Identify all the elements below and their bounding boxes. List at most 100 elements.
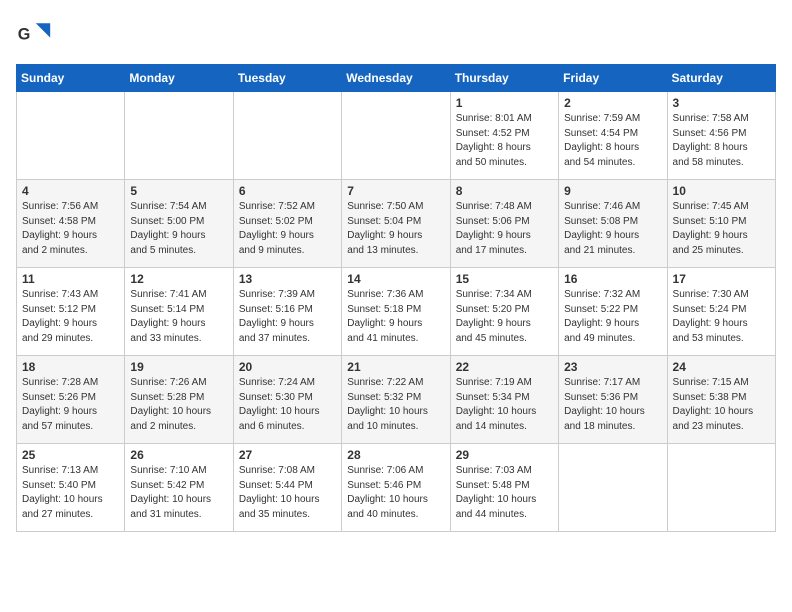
calendar-cell: 9 Sunrise: 7:46 AM Sunset: 5:08 PM Daylig… xyxy=(559,180,667,268)
calendar-cell: 25Sunrise: 7:13 AM Sunset: 5:40 PM Dayli… xyxy=(17,444,125,532)
day-number: 8 xyxy=(456,184,553,198)
calendar-cell: 23Sunrise: 7:17 AM Sunset: 5:36 PM Dayli… xyxy=(559,356,667,444)
day-number: 22 xyxy=(456,360,553,374)
day-info: Sunrise: 7:06 AM Sunset: 5:46 PM Dayligh… xyxy=(347,464,444,522)
day-number: 2 xyxy=(564,96,661,110)
day-info: Sunrise: 7:30 AM Sunset: 5:24 PM Dayligh… xyxy=(673,288,770,346)
calendar-cell: 5Sunrise: 7:54 AM Sunset: 5:00 PM Daylig… xyxy=(125,180,233,268)
day-number: 16 xyxy=(564,272,661,286)
day-number: 26 xyxy=(130,448,227,462)
calendar-cell: 3Sunrise: 7:58 AM Sunset: 4:56 PM Daylig… xyxy=(667,92,775,180)
day-number: 18 xyxy=(22,360,119,374)
weekday-monday: Monday xyxy=(125,65,233,92)
calendar-cell xyxy=(125,92,233,180)
week-row-1: 1Sunrise: 8:01 AM Sunset: 4:52 PM Daylig… xyxy=(17,92,776,180)
calendar-cell: 29 Sunrise: 7:03 AM Sunset: 5:48 PM Dayli… xyxy=(450,444,558,532)
day-info: Sunrise: 7:48 AM Sunset: 5:06 PM Dayligh… xyxy=(456,200,553,258)
day-info: Sunrise: 7:03 AM Sunset: 5:48 PM Dayligh… xyxy=(456,464,553,522)
day-number: 12 xyxy=(130,272,227,286)
calendar-cell: 21 Sunrise: 7:22 AM Sunset: 5:32 PM Dayli… xyxy=(342,356,450,444)
day-number: 10 xyxy=(673,184,770,198)
calendar-cell xyxy=(667,444,775,532)
day-info: Sunrise: 7:08 AM Sunset: 5:44 PM Dayligh… xyxy=(239,464,336,522)
day-info: Sunrise: 7:41 AM Sunset: 5:14 PM Dayligh… xyxy=(130,288,227,346)
calendar-cell: 19 Sunrise: 7:26 AM Sunset: 5:28 PM Dayli… xyxy=(125,356,233,444)
calendar-cell xyxy=(17,92,125,180)
calendar-cell: 26Sunrise: 7:10 AM Sunset: 5:42 PM Dayli… xyxy=(125,444,233,532)
calendar-cell: 10 Sunrise: 7:45 AM Sunset: 5:10 PM Dayli… xyxy=(667,180,775,268)
calendar-cell xyxy=(342,92,450,180)
calendar-cell: 16 Sunrise: 7:32 AM Sunset: 5:22 PM Dayli… xyxy=(559,268,667,356)
calendar-cell: 4 Sunrise: 7:56 AM Sunset: 4:58 PM Daylig… xyxy=(17,180,125,268)
day-info: Sunrise: 7:28 AM Sunset: 5:26 PM Dayligh… xyxy=(22,376,119,434)
day-info: Sunrise: 7:54 AM Sunset: 5:00 PM Dayligh… xyxy=(130,200,227,258)
day-info: Sunrise: 7:15 AM Sunset: 5:38 PM Dayligh… xyxy=(673,376,770,434)
week-row-5: 25Sunrise: 7:13 AM Sunset: 5:40 PM Dayli… xyxy=(17,444,776,532)
day-info: Sunrise: 7:45 AM Sunset: 5:10 PM Dayligh… xyxy=(673,200,770,258)
weekday-friday: Friday xyxy=(559,65,667,92)
page-header: G xyxy=(16,16,776,52)
calendar-cell: 13 Sunrise: 7:39 AM Sunset: 5:16 PM Dayli… xyxy=(233,268,341,356)
calendar-cell: 27 Sunrise: 7:08 AM Sunset: 5:44 PM Dayli… xyxy=(233,444,341,532)
day-info: Sunrise: 7:56 AM Sunset: 4:58 PM Dayligh… xyxy=(22,200,119,258)
day-info: Sunrise: 7:26 AM Sunset: 5:28 PM Dayligh… xyxy=(130,376,227,434)
weekday-sunday: Sunday xyxy=(17,65,125,92)
day-info: Sunrise: 7:50 AM Sunset: 5:04 PM Dayligh… xyxy=(347,200,444,258)
day-number: 15 xyxy=(456,272,553,286)
day-number: 29 xyxy=(456,448,553,462)
day-number: 28 xyxy=(347,448,444,462)
day-number: 1 xyxy=(456,96,553,110)
day-number: 25 xyxy=(22,448,119,462)
calendar-cell: 2 Sunrise: 7:59 AM Sunset: 4:54 PM Daylig… xyxy=(559,92,667,180)
day-info: Sunrise: 7:22 AM Sunset: 5:32 PM Dayligh… xyxy=(347,376,444,434)
calendar-body: 1Sunrise: 8:01 AM Sunset: 4:52 PM Daylig… xyxy=(17,92,776,532)
calendar-cell: 11Sunrise: 7:43 AM Sunset: 5:12 PM Dayli… xyxy=(17,268,125,356)
calendar-table: SundayMondayTuesdayWednesdayThursdayFrid… xyxy=(16,64,776,532)
day-info: Sunrise: 7:36 AM Sunset: 5:18 PM Dayligh… xyxy=(347,288,444,346)
week-row-3: 11Sunrise: 7:43 AM Sunset: 5:12 PM Dayli… xyxy=(17,268,776,356)
day-number: 24 xyxy=(673,360,770,374)
calendar-cell: 24 Sunrise: 7:15 AM Sunset: 5:38 PM Dayli… xyxy=(667,356,775,444)
calendar-cell xyxy=(559,444,667,532)
day-number: 21 xyxy=(347,360,444,374)
svg-text:G: G xyxy=(18,25,31,43)
calendar-cell: 17Sunrise: 7:30 AM Sunset: 5:24 PM Dayli… xyxy=(667,268,775,356)
day-number: 9 xyxy=(564,184,661,198)
day-number: 4 xyxy=(22,184,119,198)
day-number: 13 xyxy=(239,272,336,286)
calendar-cell: 1Sunrise: 8:01 AM Sunset: 4:52 PM Daylig… xyxy=(450,92,558,180)
week-row-4: 18 Sunrise: 7:28 AM Sunset: 5:26 PM Dayli… xyxy=(17,356,776,444)
day-info: Sunrise: 7:58 AM Sunset: 4:56 PM Dayligh… xyxy=(673,112,770,170)
day-number: 11 xyxy=(22,272,119,286)
day-info: Sunrise: 7:17 AM Sunset: 5:36 PM Dayligh… xyxy=(564,376,661,434)
day-info: Sunrise: 7:46 AM Sunset: 5:08 PM Dayligh… xyxy=(564,200,661,258)
calendar-cell: 7 Sunrise: 7:50 AM Sunset: 5:04 PM Daylig… xyxy=(342,180,450,268)
weekday-saturday: Saturday xyxy=(667,65,775,92)
day-number: 20 xyxy=(239,360,336,374)
day-info: Sunrise: 7:32 AM Sunset: 5:22 PM Dayligh… xyxy=(564,288,661,346)
weekday-thursday: Thursday xyxy=(450,65,558,92)
day-number: 14 xyxy=(347,272,444,286)
calendar-cell: 6 Sunrise: 7:52 AM Sunset: 5:02 PM Daylig… xyxy=(233,180,341,268)
calendar-cell: 18 Sunrise: 7:28 AM Sunset: 5:26 PM Dayli… xyxy=(17,356,125,444)
day-number: 19 xyxy=(130,360,227,374)
day-number: 27 xyxy=(239,448,336,462)
calendar-cell: 28 Sunrise: 7:06 AM Sunset: 5:46 PM Dayli… xyxy=(342,444,450,532)
calendar-cell: 20 Sunrise: 7:24 AM Sunset: 5:30 PM Dayli… xyxy=(233,356,341,444)
day-info: Sunrise: 7:24 AM Sunset: 5:30 PM Dayligh… xyxy=(239,376,336,434)
logo: G xyxy=(16,16,56,52)
calendar-cell: 22 Sunrise: 7:19 AM Sunset: 5:34 PM Dayli… xyxy=(450,356,558,444)
calendar-cell: 14 Sunrise: 7:36 AM Sunset: 5:18 PM Dayli… xyxy=(342,268,450,356)
logo-icon: G xyxy=(16,16,52,52)
week-row-2: 4 Sunrise: 7:56 AM Sunset: 4:58 PM Daylig… xyxy=(17,180,776,268)
day-number: 6 xyxy=(239,184,336,198)
calendar-cell: 8 Sunrise: 7:48 AM Sunset: 5:06 PM Daylig… xyxy=(450,180,558,268)
day-info: Sunrise: 7:34 AM Sunset: 5:20 PM Dayligh… xyxy=(456,288,553,346)
day-info: Sunrise: 7:19 AM Sunset: 5:34 PM Dayligh… xyxy=(456,376,553,434)
day-number: 7 xyxy=(347,184,444,198)
day-info: Sunrise: 7:52 AM Sunset: 5:02 PM Dayligh… xyxy=(239,200,336,258)
day-info: Sunrise: 7:39 AM Sunset: 5:16 PM Dayligh… xyxy=(239,288,336,346)
day-info: Sunrise: 7:59 AM Sunset: 4:54 PM Dayligh… xyxy=(564,112,661,170)
calendar-cell: 12 Sunrise: 7:41 AM Sunset: 5:14 PM Dayli… xyxy=(125,268,233,356)
weekday-header-row: SundayMondayTuesdayWednesdayThursdayFrid… xyxy=(17,65,776,92)
